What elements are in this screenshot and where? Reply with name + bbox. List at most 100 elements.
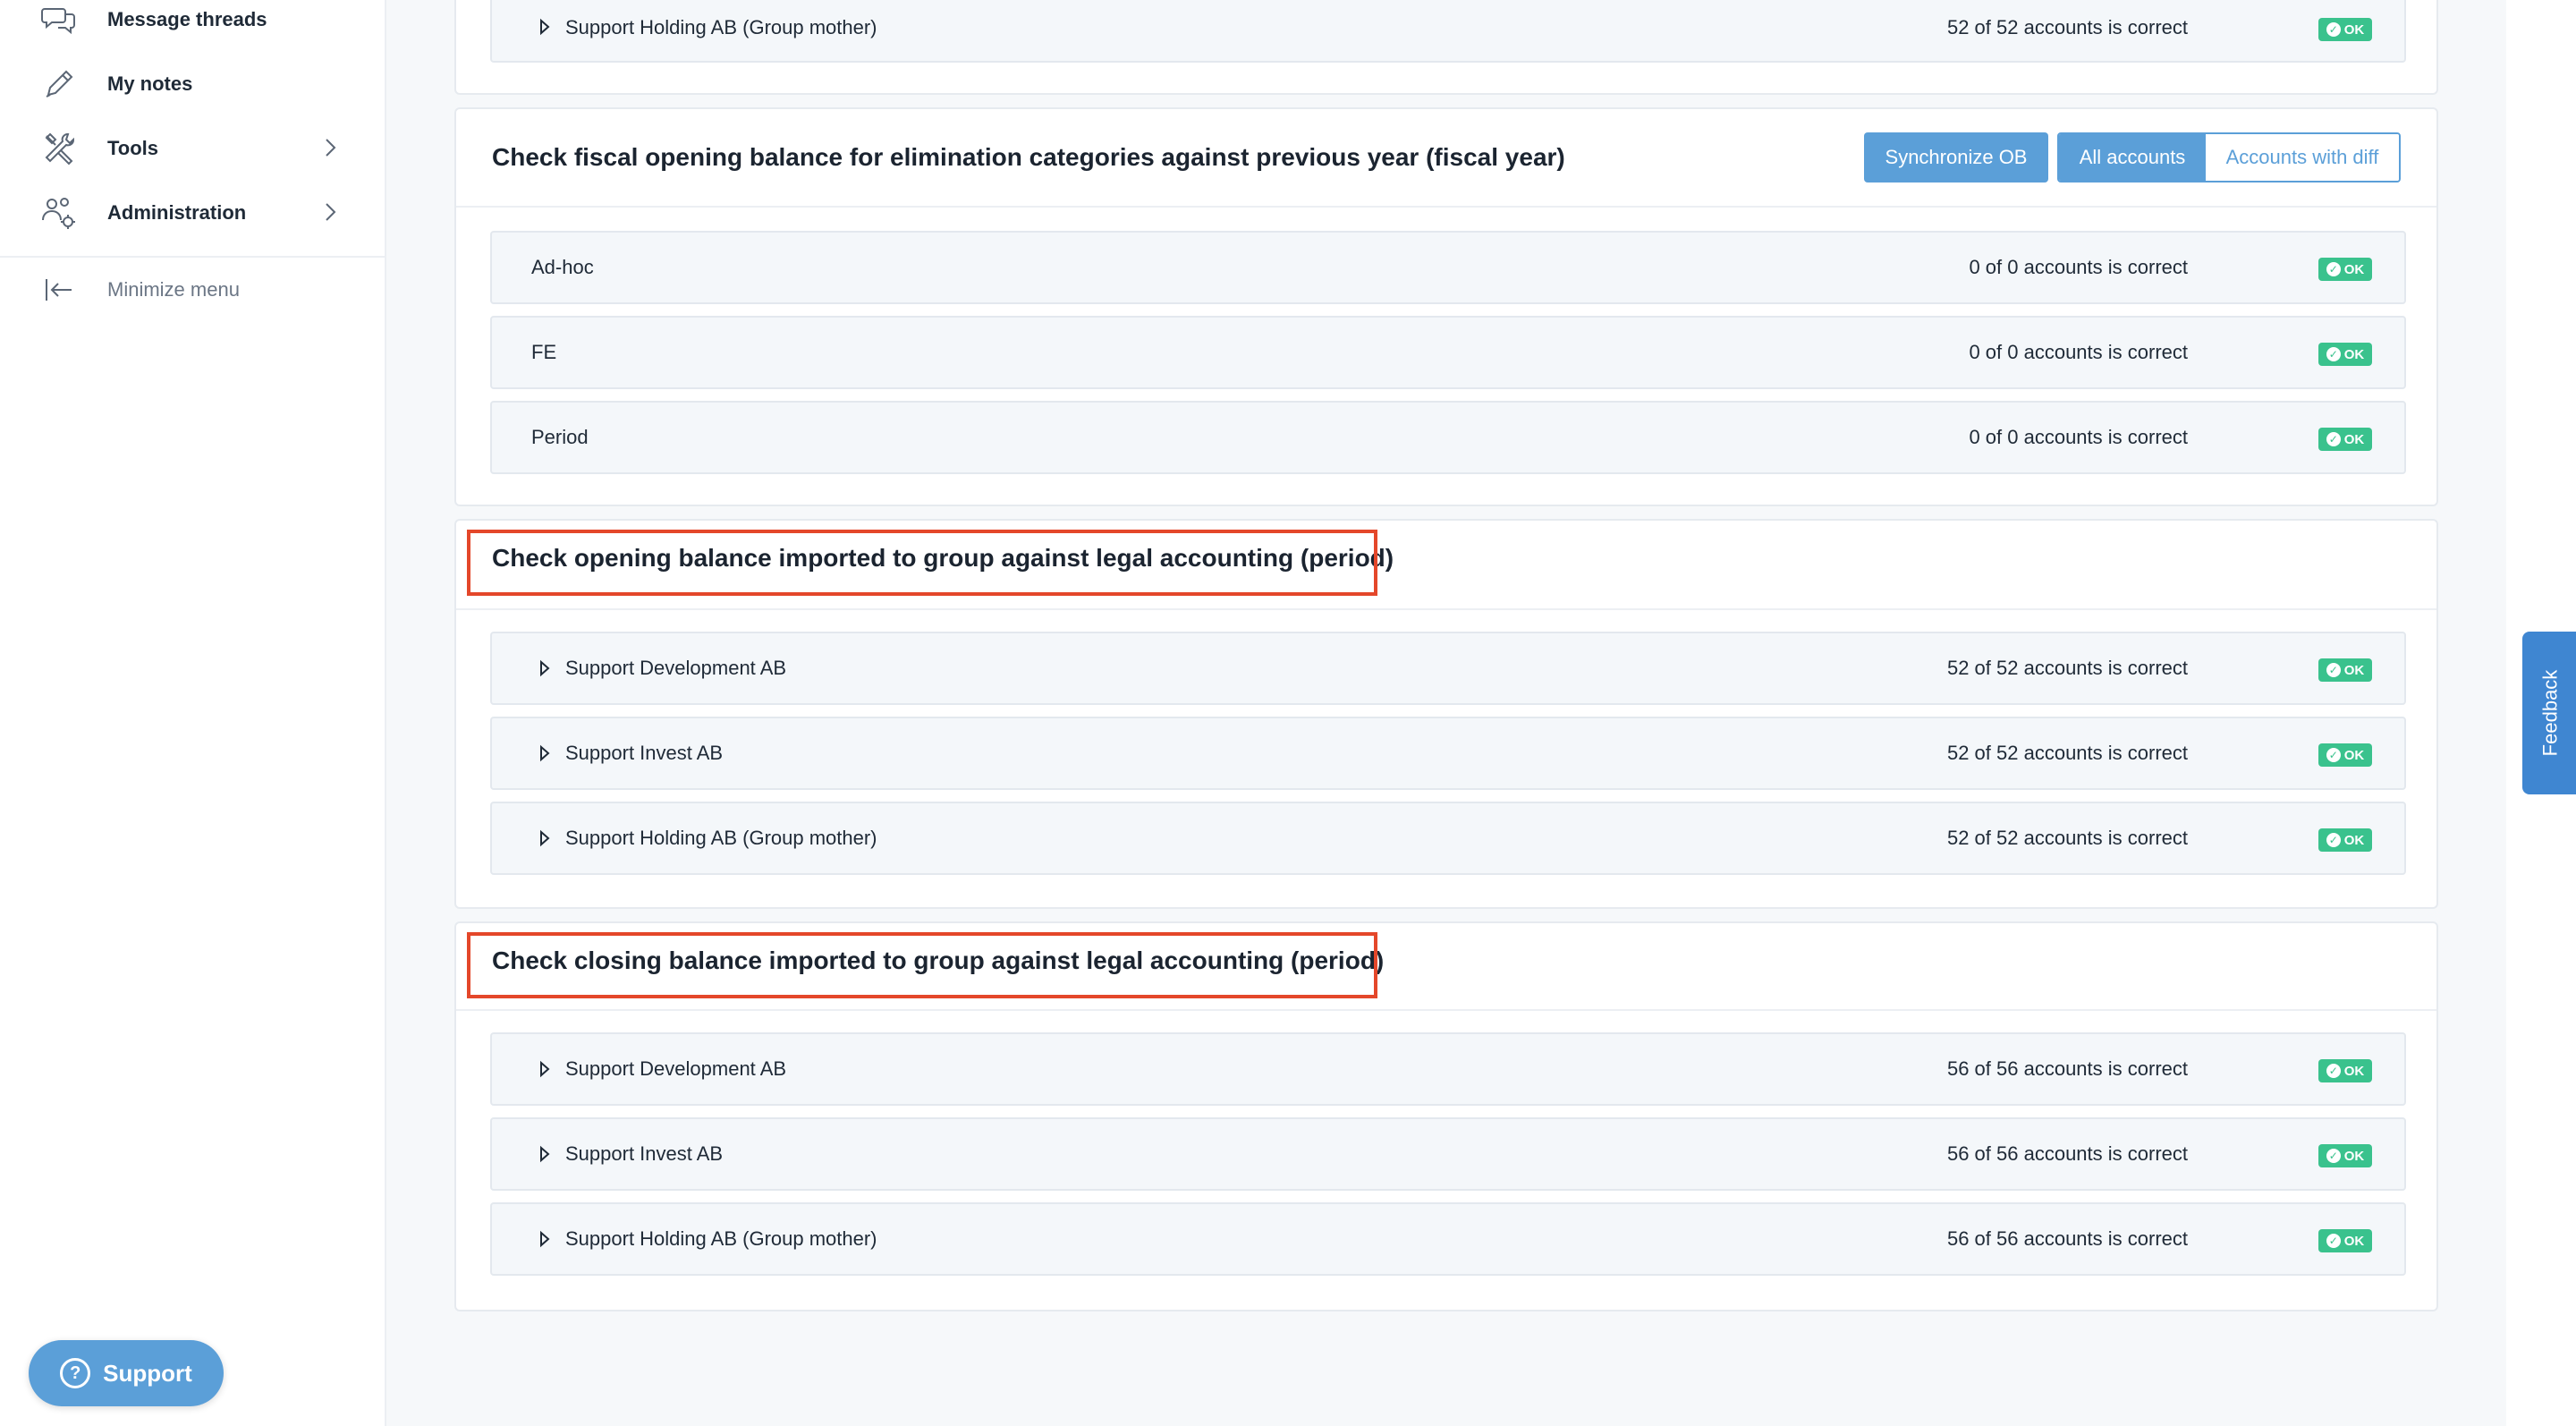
- sidebar: Message threads My notes Tools Administr…: [0, 0, 386, 1426]
- badge-label: OK: [2343, 21, 2365, 38]
- card-header: Check fiscal opening balance for elimina…: [456, 109, 2436, 208]
- sidebar-item-tools[interactable]: Tools: [39, 122, 343, 175]
- support-button[interactable]: ? Support: [29, 1340, 224, 1406]
- row-status: 0 of 0 accounts is correct: [1969, 341, 2188, 363]
- caret-right-icon: [540, 829, 550, 847]
- row-name: Support Holding AB (Group mother): [565, 827, 877, 849]
- row-name: Ad-hoc: [531, 256, 594, 278]
- row-status: 56 of 56 accounts is correct: [1946, 1057, 2188, 1080]
- table-row[interactable]: Support Holding AB (Group mother) 52 of …: [490, 0, 2406, 63]
- caret-right-icon: [540, 1230, 550, 1248]
- synchronize-ob-button[interactable]: Synchronize OB: [1864, 132, 2048, 182]
- row-status: 56 of 56 accounts is correct: [1946, 1142, 2188, 1165]
- status-badge: ✓ OK: [2318, 1229, 2372, 1252]
- tools-icon: [39, 129, 79, 168]
- row-name: Period: [531, 426, 589, 448]
- table-row: FE 0 of 0 accounts is correct ✓ OK: [490, 316, 2406, 389]
- check-icon: ✓: [2326, 748, 2341, 762]
- status-badge: ✓ OK: [2318, 658, 2372, 682]
- status-badge: ✓ OK: [2318, 828, 2372, 852]
- help-circle-icon: ?: [60, 1358, 91, 1388]
- holding-check-card: Support Holding AB (Group mother) 52 of …: [454, 0, 2438, 95]
- row-status: 52 of 52 accounts is correct: [1946, 742, 2188, 764]
- highlight-box: [467, 932, 1377, 998]
- status-badge: ✓ OK: [2318, 1059, 2372, 1082]
- fiscal-opening-balance-card: Check fiscal opening balance for elimina…: [454, 107, 2438, 506]
- card-title: Check fiscal opening balance for elimina…: [492, 143, 1565, 171]
- caret-right-icon: [540, 18, 550, 36]
- accounts-with-diff-button[interactable]: Accounts with diff: [2206, 134, 2399, 181]
- badge-label: OK: [2343, 747, 2365, 763]
- account-filter-toggle: All accounts Accounts with diff: [2057, 132, 2401, 182]
- row-status: 52 of 52 accounts is correct: [1946, 16, 2188, 38]
- row-status: 0 of 0 accounts is correct: [1969, 256, 2188, 278]
- sidebar-item-message-threads[interactable]: Message threads: [39, 0, 343, 47]
- all-accounts-button[interactable]: All accounts: [2059, 134, 2206, 181]
- sidebar-item-label: Tools: [107, 137, 159, 159]
- row-status: 56 of 56 accounts is correct: [1946, 1227, 2188, 1250]
- badge-label: OK: [2343, 1063, 2365, 1079]
- sidebar-divider: [0, 256, 385, 258]
- status-badge: ✓ OK: [2318, 258, 2372, 281]
- support-label: Support: [103, 1359, 192, 1387]
- row-name: Support Development AB: [565, 657, 787, 679]
- minimize-menu-button[interactable]: Minimize menu: [39, 263, 343, 317]
- table-row: Ad-hoc 0 of 0 accounts is correct ✓ OK: [490, 231, 2406, 304]
- status-badge: ✓ OK: [2318, 428, 2372, 451]
- table-row[interactable]: Support Development AB 56 of 56 accounts…: [490, 1032, 2406, 1106]
- badge-label: OK: [2343, 662, 2365, 678]
- feedback-label: Feedback: [2538, 669, 2561, 757]
- table-row[interactable]: Support Holding AB (Group mother) 56 of …: [490, 1202, 2406, 1276]
- caret-right-icon: [540, 744, 550, 762]
- row-status: 52 of 52 accounts is correct: [1946, 657, 2188, 679]
- badge-label: OK: [2343, 431, 2365, 447]
- check-icon: ✓: [2326, 22, 2341, 37]
- chevron-right-icon: [326, 139, 336, 157]
- badge-label: OK: [2343, 1148, 2365, 1164]
- status-badge: ✓ OK: [2318, 1144, 2372, 1167]
- table-row[interactable]: Support Development AB 52 of 52 accounts…: [490, 632, 2406, 705]
- opening-balance-card: Check opening balance imported to group …: [454, 519, 2438, 909]
- badge-label: OK: [2343, 261, 2365, 277]
- check-icon: ✓: [2326, 833, 2341, 847]
- check-icon: ✓: [2326, 432, 2341, 446]
- collapse-left-icon: [39, 270, 79, 310]
- status-badge: ✓ OK: [2318, 343, 2372, 366]
- sidebar-item-label: Message threads: [107, 8, 267, 30]
- row-name: FE: [531, 341, 557, 363]
- sidebar-item-my-notes[interactable]: My notes: [39, 57, 343, 111]
- check-icon: ✓: [2326, 1149, 2341, 1163]
- row-name: Support Invest AB: [565, 742, 724, 764]
- row-name: Support Holding AB (Group mother): [565, 16, 877, 38]
- sidebar-item-administration[interactable]: Administration: [39, 186, 343, 240]
- feedback-tab[interactable]: Feedback: [2522, 632, 2576, 794]
- check-icon: ✓: [2326, 1064, 2341, 1078]
- check-icon: ✓: [2326, 663, 2341, 677]
- check-icon: ✓: [2326, 347, 2341, 361]
- row-name: Support Holding AB (Group mother): [565, 1227, 877, 1250]
- caret-right-icon: [540, 1060, 550, 1078]
- badge-label: OK: [2343, 346, 2365, 362]
- sidebar-item-label: My notes: [107, 72, 193, 95]
- row-name: Support Invest AB: [565, 1142, 724, 1165]
- badge-label: OK: [2343, 832, 2365, 848]
- highlight-box: [467, 530, 1377, 596]
- row-name: Support Development AB: [565, 1057, 787, 1080]
- table-row[interactable]: Support Invest AB 52 of 52 accounts is c…: [490, 717, 2406, 790]
- pencil-icon: [39, 64, 79, 104]
- users-gear-icon: [39, 193, 79, 233]
- check-icon: ✓: [2326, 262, 2341, 276]
- chat-bubbles-icon: [39, 0, 79, 39]
- check-icon: ✓: [2326, 1234, 2341, 1248]
- caret-right-icon: [540, 1145, 550, 1163]
- row-status: 0 of 0 accounts is correct: [1969, 426, 2188, 448]
- table-row[interactable]: Support Invest AB 56 of 56 accounts is c…: [490, 1117, 2406, 1191]
- table-row: Period 0 of 0 accounts is correct ✓ OK: [490, 401, 2406, 474]
- row-status: 52 of 52 accounts is correct: [1946, 827, 2188, 849]
- status-badge: ✓ OK: [2318, 18, 2372, 41]
- closing-balance-card: Check closing balance imported to group …: [454, 921, 2438, 1311]
- table-row[interactable]: Support Holding AB (Group mother) 52 of …: [490, 802, 2406, 875]
- status-badge: ✓ OK: [2318, 743, 2372, 767]
- badge-label: OK: [2343, 1233, 2365, 1249]
- sidebar-item-label: Administration: [107, 201, 247, 224]
